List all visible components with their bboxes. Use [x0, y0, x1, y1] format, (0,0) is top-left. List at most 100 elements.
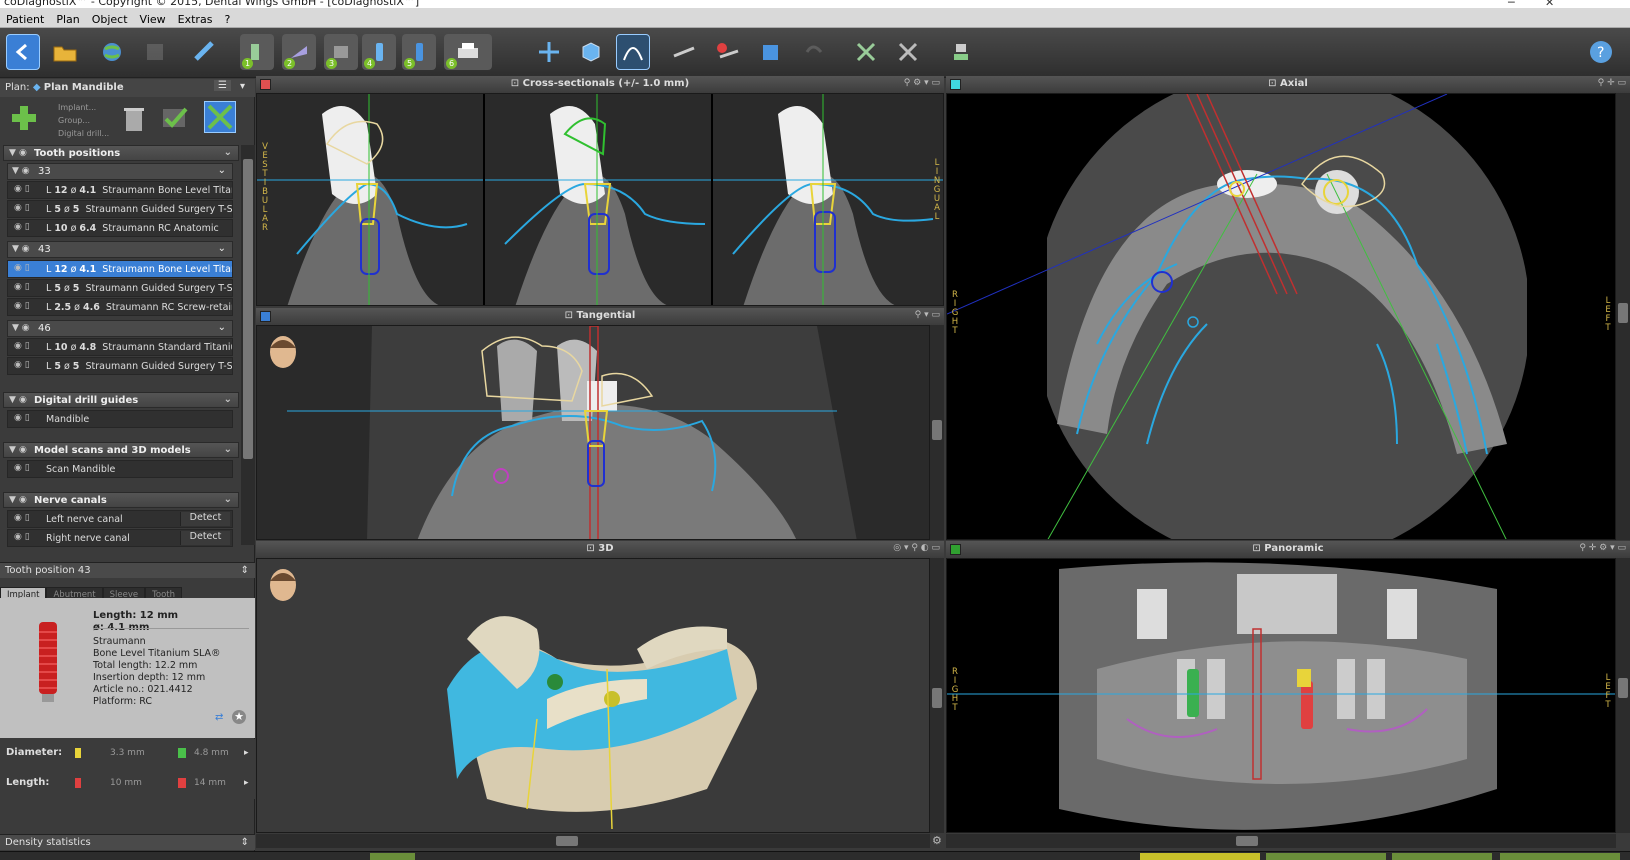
print-step-6-icon[interactable]: 6: [444, 34, 492, 70]
plan-menu-icon[interactable]: ☰: [214, 80, 231, 91]
axial-view[interactable]: RIGHT LEFT: [946, 93, 1616, 540]
list-item-selected[interactable]: L 12 ø 4.1 Straumann Bone Level Titani..…: [7, 260, 233, 278]
camera-icon[interactable]: ⊡: [1252, 543, 1260, 554]
list-item[interactable]: L 5 ø 5 Straumann Guided Surgery T-Sl...: [7, 200, 233, 218]
list-item[interactable]: Left nerve canalDetect: [7, 510, 233, 528]
list-item[interactable]: L 5 ø 5 Straumann Guided Surgery T-Sl...: [7, 279, 233, 297]
box-icon[interactable]: [754, 34, 788, 70]
3d-view[interactable]: [256, 558, 930, 833]
group-33[interactable]: 33 ⌄: [7, 163, 233, 180]
collapse-icon[interactable]: ⌄: [218, 165, 226, 176]
list-item[interactable]: Right nerve canalDetect: [7, 529, 233, 547]
camera-icon[interactable]: ⊡: [586, 543, 594, 554]
tangential-scrollbar[interactable]: [930, 325, 944, 540]
collapse-icon[interactable]: ⌄: [224, 394, 232, 405]
collapse-icon[interactable]: ⌄: [218, 322, 226, 333]
menu-view[interactable]: View: [134, 10, 172, 26]
view-color-swatch[interactable]: [950, 544, 961, 555]
help-icon[interactable]: ?: [1584, 34, 1618, 70]
curve-icon[interactable]: [616, 34, 650, 70]
tangential-view[interactable]: [256, 325, 930, 540]
view-controls[interactable]: ⚲ ✛ ▭: [1598, 78, 1626, 88]
cross-sectional-view[interactable]: VESTIBULAR LINGUAL: [256, 93, 944, 306]
camera-icon[interactable]: ⊡: [1268, 78, 1276, 89]
expand-icon[interactable]: ⇕: [241, 565, 249, 576]
left-panel-scrollbar[interactable]: [241, 145, 255, 545]
favorite-icon[interactable]: ★: [232, 710, 246, 724]
list-item[interactable]: L 12 ø 4.1 Straumann Bone Level Titani..…: [7, 181, 233, 199]
add-implant-item[interactable]: Implant...: [58, 101, 109, 114]
menu-object[interactable]: Object: [86, 10, 134, 26]
collapse-icon[interactable]: ⌄: [224, 494, 232, 505]
view-color-swatch[interactable]: [950, 79, 961, 90]
camera-icon[interactable]: ⊡: [511, 78, 519, 89]
add-icon[interactable]: [10, 104, 38, 132]
view-controls[interactable]: ◎ ▾ ⚲ ◐ ▭: [893, 543, 940, 553]
view-color-swatch[interactable]: [260, 311, 271, 322]
panoramic-scrollbar[interactable]: [1616, 558, 1630, 833]
density-header[interactable]: Density statistics ⇕: [0, 834, 255, 850]
list-item[interactable]: L 5 ø 5 Straumann Guided Surgery T-Sl...: [7, 357, 233, 375]
collapse-icon[interactable]: ⌄: [218, 243, 226, 254]
menu-help[interactable]: ?: [218, 10, 236, 26]
chevron-down-icon[interactable]: ▾: [240, 81, 245, 92]
globe-icon[interactable]: [96, 34, 130, 70]
add-drill-item[interactable]: Digital drill...: [58, 127, 109, 140]
view-controls[interactable]: ⚲ ⚙ ▾ ▭: [904, 78, 940, 88]
list-item[interactable]: Mandible: [7, 410, 233, 428]
section-digital-drill-guides[interactable]: Digital drill guides ⌄: [3, 392, 239, 408]
length-min[interactable]: 10 mm: [110, 778, 142, 788]
view-controls[interactable]: ⚲ ✛ ⚙ ▾ ▭: [1579, 543, 1626, 553]
add-group-item[interactable]: Group...: [58, 114, 109, 127]
list-item[interactable]: L 10 ø 6.4 Straumann RC Anatomic: [7, 219, 233, 237]
expand-icon[interactable]: ⇕: [241, 837, 249, 848]
menu-plan[interactable]: Plan: [50, 10, 85, 26]
gear-icon[interactable]: ⚙: [932, 834, 942, 847]
diameter-min[interactable]: 3.3 mm: [110, 748, 145, 758]
arrow-right-icon[interactable]: ▸: [244, 748, 249, 758]
delete-probe-icon[interactable]: [710, 34, 744, 70]
probe-icon[interactable]: [668, 34, 702, 70]
collapse-icon[interactable]: ⌄: [224, 147, 232, 158]
menu-patient[interactable]: Patient: [0, 10, 50, 26]
panoramic-horizontal-scrollbar[interactable]: [946, 834, 1616, 848]
cut-icon[interactable]: [850, 34, 884, 70]
axial-scrollbar[interactable]: [1616, 93, 1630, 540]
length-max[interactable]: 14 mm: [194, 778, 226, 788]
menu-extras[interactable]: Extras: [172, 10, 219, 26]
cut-2-icon[interactable]: [892, 34, 926, 70]
view-color-swatch[interactable]: [260, 79, 271, 90]
group-46[interactable]: 46 ⌄: [7, 320, 233, 337]
detect-button[interactable]: Detect: [180, 512, 230, 526]
camera-icon[interactable]: ⊡: [565, 310, 573, 321]
section-model-scans[interactable]: Model scans and 3D models ⌄: [3, 442, 239, 458]
implant-step-3-icon[interactable]: 3: [324, 34, 358, 70]
collapse-icon[interactable]: ⌄: [224, 444, 232, 455]
trash-icon[interactable]: [120, 103, 148, 133]
detect-button[interactable]: Detect: [180, 531, 230, 545]
axis-icon[interactable]: [532, 34, 566, 70]
group-43[interactable]: 43 ⌄: [7, 241, 233, 258]
list-item[interactable]: L 10 ø 4.8 Straumann Standard Titaniu...: [7, 338, 233, 356]
undo-icon[interactable]: [796, 34, 830, 70]
implant-step-5-icon[interactable]: 5: [402, 34, 436, 70]
head-orientation-icon[interactable]: [267, 567, 299, 607]
3d-scrollbar[interactable]: [930, 558, 944, 833]
view-controls[interactable]: ⚲ ▾ ▭: [915, 310, 940, 320]
cube-icon[interactable]: [574, 34, 608, 70]
arrow-right-icon[interactable]: ▸: [244, 778, 249, 788]
panoramic-view[interactable]: RIGHT LEFT: [946, 558, 1616, 833]
link-icon[interactable]: ⇄: [215, 712, 223, 723]
hide-objects-icon[interactable]: [204, 101, 236, 133]
check-icon[interactable]: [160, 103, 190, 133]
head-orientation-icon[interactable]: [267, 334, 299, 374]
list-item[interactable]: Scan Mandible: [7, 460, 233, 478]
robot-icon[interactable]: [944, 34, 978, 70]
diameter-max[interactable]: 4.8 mm: [194, 748, 229, 758]
back-icon[interactable]: [6, 34, 40, 70]
implant-step-4-icon[interactable]: 4: [362, 34, 396, 70]
list-item[interactable]: L 2.5 ø 4.6 Straumann RC Screw-retaine..…: [7, 298, 233, 316]
section-tooth-positions[interactable]: Tooth positions ⌄: [3, 145, 239, 161]
disabled-icon[interactable]: [138, 34, 172, 70]
tool-icon[interactable]: [188, 34, 222, 70]
